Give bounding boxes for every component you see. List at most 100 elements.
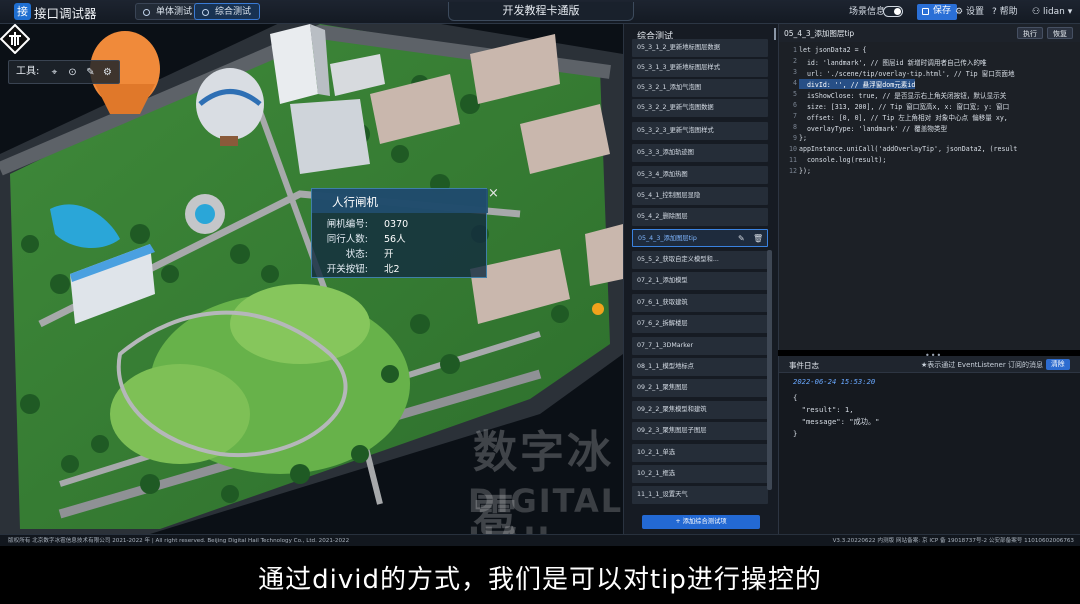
code-line: url: './scene/tip/overlay-tip.html', // … bbox=[799, 70, 1015, 78]
edit-icon[interactable]: ✎ bbox=[738, 230, 745, 246]
list-item[interactable]: 05_3_2_1_添加气泡图 bbox=[632, 79, 768, 97]
line-number: 8 bbox=[793, 123, 797, 131]
gate-marker-icon[interactable] bbox=[0, 24, 30, 54]
list-item[interactable]: 07_7_1_3DMarker bbox=[632, 337, 768, 355]
line-number: 7 bbox=[793, 112, 797, 120]
delete-icon[interactable]: 🗑 bbox=[753, 230, 763, 246]
list-item[interactable]: 11_1_1_设置天气 bbox=[632, 486, 768, 504]
select-icon[interactable]: ⌖ bbox=[49, 67, 60, 78]
list-item[interactable]: 07_6_2_拆解楼层 bbox=[632, 315, 768, 333]
list-item[interactable]: 09_2_1_聚焦图层 bbox=[632, 379, 768, 397]
tip-row: 闸机编号: 0370 bbox=[312, 217, 488, 232]
list-item[interactable]: 05_3_4_添加热图 bbox=[632, 166, 768, 184]
list-item-active[interactable]: 05_4_3_添加图层tip ✎ 🗑 bbox=[632, 229, 768, 247]
user-name: lidan bbox=[1042, 7, 1065, 17]
toggle-knob bbox=[894, 8, 901, 15]
combined-test-icon bbox=[202, 9, 209, 16]
line-number: 3 bbox=[793, 68, 797, 76]
tip-value: 开 bbox=[384, 249, 394, 260]
measure-icon[interactable]: ⊙ bbox=[67, 67, 78, 78]
video-subtitle: 通过divid的方式，我们是可以对tip进行操控的 bbox=[258, 565, 822, 595]
list-item[interactable]: 05_3_2_3_更新气泡图样式 bbox=[632, 122, 768, 140]
event-log-hint: ★表示通过 EventListener 订阅的消息 bbox=[921, 361, 1043, 369]
mode-single-test-label: 单体测试 bbox=[156, 7, 193, 17]
list-item[interactable]: 09_2_3_聚焦图层子图层 bbox=[632, 422, 768, 440]
scene-info-label: 场景信息 bbox=[849, 7, 886, 17]
code-line: isShowClose: true, // 是否显示右上角关闭按钮，默认显示关 bbox=[799, 92, 1007, 100]
watermark-en: DIGITAL HAIL bbox=[468, 482, 623, 534]
scene-viewport[interactable]: 工具: ⌖ ⊙ ✎ ⚙ 人行闸机 × 闸机编号: 0370 同行人数: 56人 … bbox=[0, 24, 623, 534]
help-label: 帮助 bbox=[999, 7, 1018, 17]
subtitle-band: 通过divid的方式，我们是可以对tip进行操控的 bbox=[0, 546, 1080, 604]
code-line: appInstance.uniCall('addOverlayTip', jso… bbox=[799, 145, 1018, 153]
toolbox: 工具: ⌖ ⊙ ✎ ⚙ bbox=[8, 60, 120, 84]
mode-combined-test-button[interactable]: 综合测试 bbox=[194, 3, 261, 20]
footer: 版权所有 北京数字冰雹信息技术有限公司 2021-2022 年 | All ri… bbox=[0, 534, 1080, 546]
add-combined-test-button[interactable]: + 添加综合测试项 bbox=[642, 515, 760, 529]
code-line: }; bbox=[799, 134, 807, 142]
list-item[interactable]: 07_6_1_获取建筑 bbox=[632, 294, 768, 312]
list-item[interactable]: 10_2_1_单选 bbox=[632, 444, 768, 462]
list-item[interactable]: 10_2_1_框选 bbox=[632, 465, 768, 483]
list-item[interactable]: 05_3_3_添加轨迹图 bbox=[632, 144, 768, 162]
restore-button[interactable]: 恢复 bbox=[1047, 27, 1073, 39]
panel-collapse-handle[interactable] bbox=[774, 28, 776, 40]
mode-single-test-button[interactable]: 单体测试 bbox=[135, 3, 202, 20]
save-button[interactable]: 保存 bbox=[917, 4, 958, 20]
line-number: 4 bbox=[793, 79, 797, 87]
log-line: "message": "成功。" bbox=[793, 417, 880, 426]
tip-row: 状态: 开 bbox=[312, 247, 488, 262]
list-item[interactable]: 05_3_1_2_更新地标图层数据 bbox=[632, 39, 768, 57]
tip-value: 56人 bbox=[384, 234, 406, 245]
event-log-header: 事件日志 ★表示通过 EventListener 订阅的消息 清除 bbox=[779, 356, 1080, 373]
run-button[interactable]: 执行 bbox=[1017, 27, 1043, 39]
list-item[interactable]: 05_3_1_3_更新地标图层样式 bbox=[632, 59, 768, 77]
tip-row: 开关按钮: 北2 bbox=[312, 262, 488, 277]
top-bar: 接 接口调试器 单体测试 综合测试 开发教程卡通版 场景信息 保存 ⚙ 设置 ?… bbox=[0, 0, 1080, 24]
test-list-panel: 综合测试 05_3_1_2_更新地标图层数据 05_3_1_3_更新地标图层样式… bbox=[623, 24, 778, 534]
user-menu[interactable]: ⚇ lidan ▾ bbox=[1032, 5, 1072, 19]
line-number: 6 bbox=[793, 101, 797, 109]
tip-value: 0370 bbox=[384, 219, 409, 230]
list-scrollbar[interactable] bbox=[767, 250, 772, 490]
line-number: 10 bbox=[789, 145, 797, 153]
code-area[interactable]: 1 2 3 4 5 6 7 8 9 10 11 12 let jsonData2… bbox=[779, 42, 1080, 350]
line-number: 11 bbox=[789, 156, 797, 164]
code-line: console.log(result); bbox=[799, 156, 887, 164]
line-number: 9 bbox=[793, 134, 797, 142]
list-item[interactable]: 05_4_1_控制图层显隐 bbox=[632, 187, 768, 205]
scene-title[interactable]: 开发教程卡通版 bbox=[448, 2, 634, 21]
gear-tool-icon[interactable]: ⚙ bbox=[102, 67, 113, 78]
tip-row: 同行人数: 56人 bbox=[312, 232, 488, 247]
log-line: } bbox=[793, 429, 798, 438]
pen-icon[interactable]: ✎ bbox=[85, 67, 96, 78]
tip-key: 开关按钮: bbox=[326, 264, 368, 275]
list-item[interactable]: 05_3_2_2_更新气泡图数据 bbox=[632, 99, 768, 117]
line-number: 5 bbox=[793, 90, 797, 98]
clear-log-button[interactable]: 清除 bbox=[1046, 359, 1070, 370]
event-log-panel: 事件日志 ★表示通过 EventListener 订阅的消息 清除 2022-0… bbox=[778, 356, 1080, 534]
code-line: offset: [0, 0], // Tip 左上角相对 对象中心点 偏移量 x… bbox=[799, 114, 1008, 122]
log-line: "result": 1, bbox=[793, 405, 854, 414]
log-timestamp: 2022-06-24 15:53:20 bbox=[793, 377, 876, 386]
list-item[interactable]: 07_2_1_添加模型 bbox=[632, 272, 768, 290]
list-item[interactable]: 09_2_2_聚焦模型和建筑 bbox=[632, 401, 768, 419]
list-item[interactable]: 05_4_2_删除图层 bbox=[632, 208, 768, 226]
list-item[interactable]: 08_1_1_模型地标点 bbox=[632, 358, 768, 376]
tip-title: 人行闸机 bbox=[332, 195, 378, 209]
save-label: 保存 bbox=[933, 6, 952, 16]
code-line: id: 'landmark', // 图层id 新增时调用者自己传入的唯 bbox=[799, 59, 987, 67]
editor-tab[interactable]: 05_4_3_添加图层tip bbox=[784, 26, 854, 42]
code-line-selected: divId: '', // 悬浮窗dom元素id bbox=[799, 79, 916, 89]
list-item[interactable]: 05_5_2_获取自定义模型和... bbox=[632, 251, 768, 269]
copyright-text: 版权所有 北京数字冰雹信息技术有限公司 2021-2022 年 | All ri… bbox=[8, 538, 350, 544]
overlay-tip: 人行闸机 × 闸机编号: 0370 同行人数: 56人 状态: 开 开关按钮: … bbox=[311, 187, 499, 278]
help-button[interactable]: ? 帮助 bbox=[992, 5, 1018, 19]
code-line: }); bbox=[799, 167, 811, 175]
tip-value: 北2 bbox=[384, 264, 400, 275]
event-log-title: 事件日志 bbox=[789, 361, 819, 370]
user-icon: ⚇ bbox=[1032, 7, 1041, 17]
close-icon[interactable]: × bbox=[488, 187, 502, 201]
settings-button[interactable]: ⚙ 设置 bbox=[955, 5, 984, 19]
scene-info-toggle[interactable] bbox=[883, 6, 903, 17]
